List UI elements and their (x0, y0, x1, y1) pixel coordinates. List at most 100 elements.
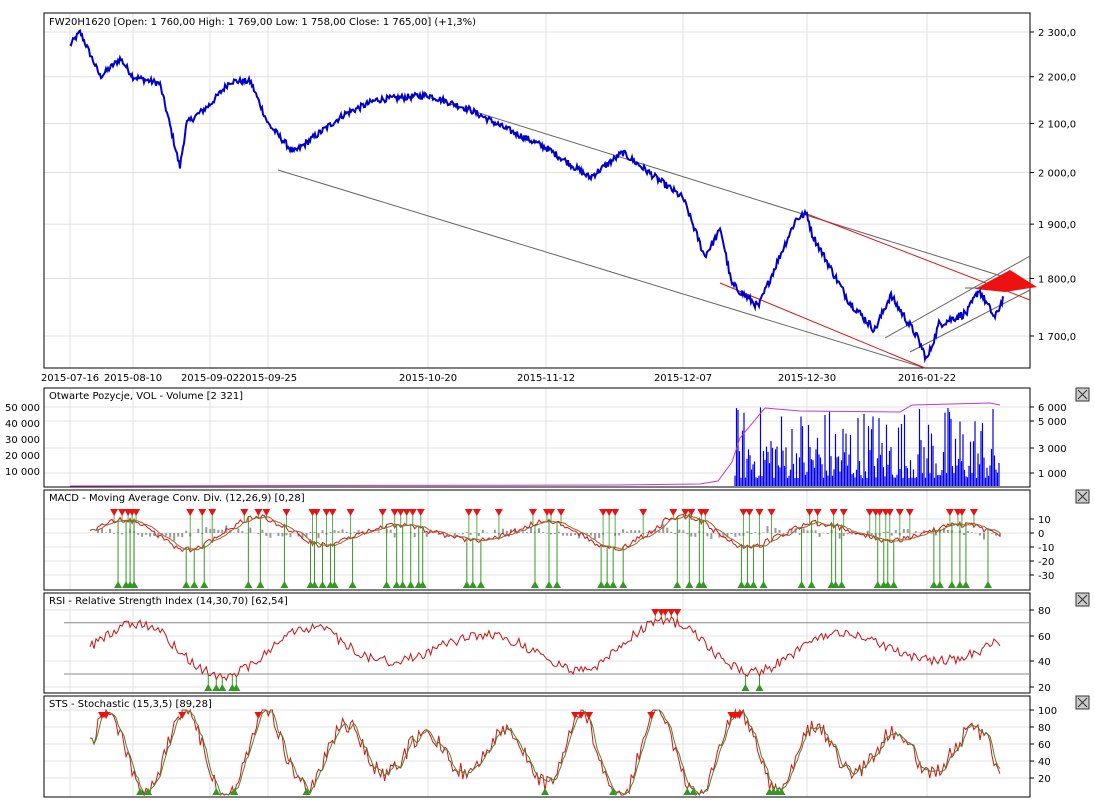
chart-canvas: FW20H1620 [Open: 1 760,00 High: 1 769,00… (5, 12, 1090, 798)
buy-signal-marker (318, 581, 327, 588)
sell-signal-marker (673, 609, 682, 616)
3-tick-label: 80 (1038, 723, 1051, 734)
x-tick-label: 2015-08-10 (104, 373, 162, 384)
1-tick-label: 10 (1038, 515, 1051, 526)
0-tick-label: 6 000 (1038, 403, 1067, 414)
sell-signal-marker (839, 509, 848, 516)
buy-signal-marker (961, 581, 970, 588)
sell-signal-marker (528, 509, 537, 516)
1-tick-label: -20 (1038, 557, 1054, 568)
buy-signal-marker (398, 581, 407, 588)
price-tick-label: 1 700,0 (1038, 332, 1076, 343)
sell-signal-marker (969, 509, 978, 516)
sell-signal-marker (813, 509, 822, 516)
sell-signal-marker (669, 509, 678, 516)
panel-close-button[interactable] (1075, 489, 1090, 504)
volume-panel-title: Otwarte Pozycje, VOL - Volume [2 321] (49, 391, 243, 402)
sell-signal-marker (767, 509, 776, 516)
0-tick-label: 5 000 (1038, 417, 1067, 428)
panel-close-button[interactable] (1075, 387, 1090, 402)
2-tick-label: 40 (1038, 657, 1051, 668)
price-tick-label: 2 100,0 (1038, 119, 1076, 130)
rsi-panel (43, 592, 1031, 694)
x-tick-label: 2015-09-02 (181, 373, 239, 384)
sell-signal-marker (945, 509, 954, 516)
price-tick-label: 2 000,0 (1038, 169, 1076, 180)
3-tick-label: 100 (1038, 706, 1057, 717)
buy-signal-marker (935, 581, 944, 588)
buy-signal-marker (947, 581, 956, 588)
volume-left-tick-label: 10 000 (5, 467, 40, 478)
buy-signal-marker (280, 581, 289, 588)
x-tick-label: 2015-11-12 (517, 373, 575, 384)
1-tick-label: 0 (1038, 529, 1044, 540)
buy-signal-marker (619, 581, 628, 588)
panel-close-button[interactable] (1075, 695, 1090, 710)
buy-signal-marker (244, 581, 253, 588)
projection-triangle (975, 270, 1037, 292)
trend-line (414, 92, 1031, 286)
panel-close-buttons[interactable] (1075, 387, 1090, 710)
sell-signal-marker (198, 509, 207, 516)
buy-signal-marker (609, 581, 618, 588)
price-panel-title: FW20H1620 [Open: 1 760,00 High: 1 769,00… (49, 17, 476, 28)
sell-signal-marker (611, 509, 620, 516)
price-axis: 2 300,0 2 200,0 2 100,0 2 000,0 1 900,0 1 800… (1030, 28, 1076, 343)
price-tick-label: 1 800,0 (1038, 274, 1076, 285)
sell-signal-marker (378, 509, 387, 516)
3-tick-label: 20 (1038, 774, 1051, 785)
sell-signal-marker (282, 509, 291, 516)
sell-signal-marker (240, 509, 249, 516)
buy-signal-marker (348, 581, 357, 588)
buy-signal-marker (406, 581, 415, 588)
buy-signal-marker (256, 581, 265, 588)
2-tick-label: 20 (1038, 683, 1051, 694)
x-tick-label: 2015-12-07 (654, 373, 712, 384)
sell-signal-marker (408, 509, 417, 516)
x-tick-label: 2015-07-16 (41, 373, 99, 384)
buy-signal-marker (673, 581, 682, 588)
buy-signal-marker (983, 581, 992, 588)
3-tick-label: 60 (1038, 740, 1051, 751)
2-tick-label: 60 (1038, 632, 1051, 643)
x-tick-label: 2015-12-30 (778, 373, 836, 384)
2-tick-label: 80 (1038, 606, 1051, 617)
sell-signal-marker (639, 509, 648, 516)
sell-signal-marker (745, 509, 754, 516)
sell-signal-marker (208, 509, 217, 516)
sell-signal-marker (186, 509, 195, 516)
volume-left-tick-label: 50 000 (5, 403, 40, 414)
sell-signal-marker (829, 509, 838, 516)
sell-signal-marker (416, 509, 425, 516)
sell-signal-marker (755, 509, 764, 516)
sell-signal-marker (895, 509, 904, 516)
buy-signal-marker (685, 581, 694, 588)
trend-lines (277, 92, 1037, 369)
sell-signal-marker (346, 509, 355, 516)
buy-signal-marker (468, 581, 477, 588)
buy-signal-marker (182, 581, 191, 588)
buy-signal-marker (837, 581, 846, 588)
1-tick-label: -10 (1038, 543, 1054, 554)
stochastic-d-line (89, 709, 1001, 796)
buy-signal-marker (114, 581, 123, 588)
buy-signal-marker (382, 581, 391, 588)
sell-signal-marker (328, 509, 337, 516)
0-tick-label: 3 000 (1038, 444, 1067, 455)
volume-left-tick-label: 20 000 (5, 451, 40, 462)
buy-signal-marker (541, 788, 549, 795)
sell-signal-marker (905, 509, 914, 516)
sell-signal-marker (647, 712, 656, 719)
1-tick-label: -30 (1038, 571, 1054, 582)
buy-signal-marker (190, 581, 199, 588)
stochastic-k-line (89, 708, 1001, 797)
sell-signal-marker (494, 509, 503, 516)
buy-signal-marker (797, 581, 806, 588)
panel-close-button[interactable] (1075, 592, 1090, 607)
0-tick-label: 1 000 (1038, 469, 1067, 480)
macd-panel-title: MACD - Moving Average Conv. Div. (12,26,… (49, 493, 305, 504)
buy-signal-marker (553, 581, 562, 588)
price-tick-label: 2 300,0 (1038, 28, 1076, 39)
rsi-line (89, 616, 1001, 682)
volume-left-tick-label: 40 000 (5, 419, 40, 430)
